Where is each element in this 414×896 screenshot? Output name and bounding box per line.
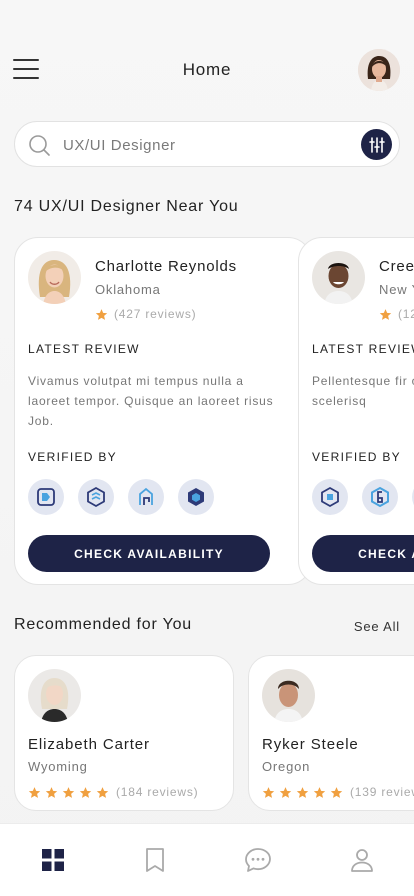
search-input[interactable]	[63, 133, 353, 157]
review-count: (139 reviews)	[350, 785, 414, 799]
brand-badge-5-icon	[312, 479, 348, 515]
designer-card[interactable]: Charlotte Reynolds Oklahoma (427 reviews…	[14, 237, 312, 585]
star-icon	[262, 786, 275, 798]
search-bar[interactable]	[14, 121, 400, 167]
recommended-title: Recommended for You	[14, 616, 192, 633]
nav-home[interactable]	[39, 846, 67, 874]
brand-badge-2-icon	[78, 479, 114, 515]
search-icon	[28, 134, 50, 156]
designer-name: Creed Jordan	[379, 258, 414, 275]
brand-badge-3-icon	[128, 479, 164, 515]
verified-label: VERIFIED BY	[312, 450, 401, 464]
recommended-card[interactable]: Ryker Steele Oregon (139 reviews)	[248, 655, 414, 811]
recommended-rating: (139 reviews)	[262, 785, 414, 799]
review-count: (427 reviews)	[114, 307, 197, 321]
star-icon	[62, 786, 75, 798]
star-icon	[79, 786, 92, 798]
star-icon	[279, 786, 292, 798]
section-title: 74 UX/UI Designer Near You	[14, 198, 239, 215]
star-icon	[313, 786, 326, 798]
page-title: Home	[182, 60, 232, 79]
nav-profile[interactable]	[348, 846, 376, 874]
designer-photo	[312, 251, 365, 304]
filter-button[interactable]	[361, 129, 392, 160]
sliders-icon	[368, 136, 385, 153]
profile-icon	[351, 849, 373, 872]
latest-review-label: LATEST REVIEW	[28, 342, 140, 356]
review-text: Vivamus volutpat mi tempus nulla a laore…	[28, 374, 274, 428]
star-icon	[296, 786, 309, 798]
review-count: (121 reviews)	[398, 307, 414, 321]
nav-saved[interactable]	[141, 846, 169, 874]
bottom-nav	[0, 823, 414, 896]
star-icon	[379, 308, 392, 320]
star-icon	[45, 786, 58, 798]
check-availability-button[interactable]: CHECK AVAILABILITY	[28, 535, 270, 572]
chat-icon	[245, 848, 271, 872]
star-icon	[28, 786, 41, 798]
star-icon	[96, 786, 109, 798]
nav-messages[interactable]	[244, 846, 272, 874]
designer-name: Charlotte Reynolds	[95, 258, 237, 275]
recommended-photo	[28, 669, 81, 722]
recommended-name: Elizabeth Carter	[28, 736, 150, 753]
review-count: (184 reviews)	[116, 785, 199, 799]
recommended-name: Ryker Steele	[262, 736, 359, 753]
brand-badge-1-icon	[28, 479, 64, 515]
recommended-photo	[262, 669, 315, 722]
recommended-rating: (184 reviews)	[28, 785, 198, 799]
star-icon	[330, 786, 343, 798]
verified-label: VERIFIED BY	[28, 450, 117, 464]
designer-rating: (121 reviews)	[379, 307, 414, 321]
bookmark-icon	[146, 848, 164, 872]
star-rating	[28, 786, 109, 799]
brand-badge-4-icon	[178, 479, 214, 515]
home-grid-icon	[42, 849, 64, 871]
designer-rating: (427 reviews)	[95, 307, 196, 321]
recommended-location: Wyoming	[28, 759, 88, 774]
check-availability-button[interactable]: CHECK AVAILABILITY	[312, 535, 414, 572]
user-avatar[interactable]	[358, 49, 400, 91]
designer-location: New York	[379, 282, 414, 297]
verified-badges	[312, 479, 414, 515]
latest-review-label: LATEST REVIEW	[312, 342, 414, 356]
star-rating	[262, 786, 343, 799]
home-screen: Home 74 UX/UI Desi	[0, 0, 414, 896]
designer-photo	[28, 251, 81, 304]
brand-badge-6-icon	[362, 479, 398, 515]
designer-card[interactable]: Creed Jordan New York (121 reviews) LATE…	[298, 237, 414, 585]
star-icon	[95, 308, 108, 320]
recommended-card[interactable]: Elizabeth Carter Wyoming (184 reviews)	[14, 655, 234, 811]
review-text: Pellentesque fir ornare. Nullam c finibu…	[312, 374, 414, 408]
recommended-location: Oregon	[262, 759, 311, 774]
see-all-link[interactable]: See All	[354, 619, 400, 634]
designer-location: Oklahoma	[95, 282, 161, 297]
verified-badges	[28, 479, 214, 515]
